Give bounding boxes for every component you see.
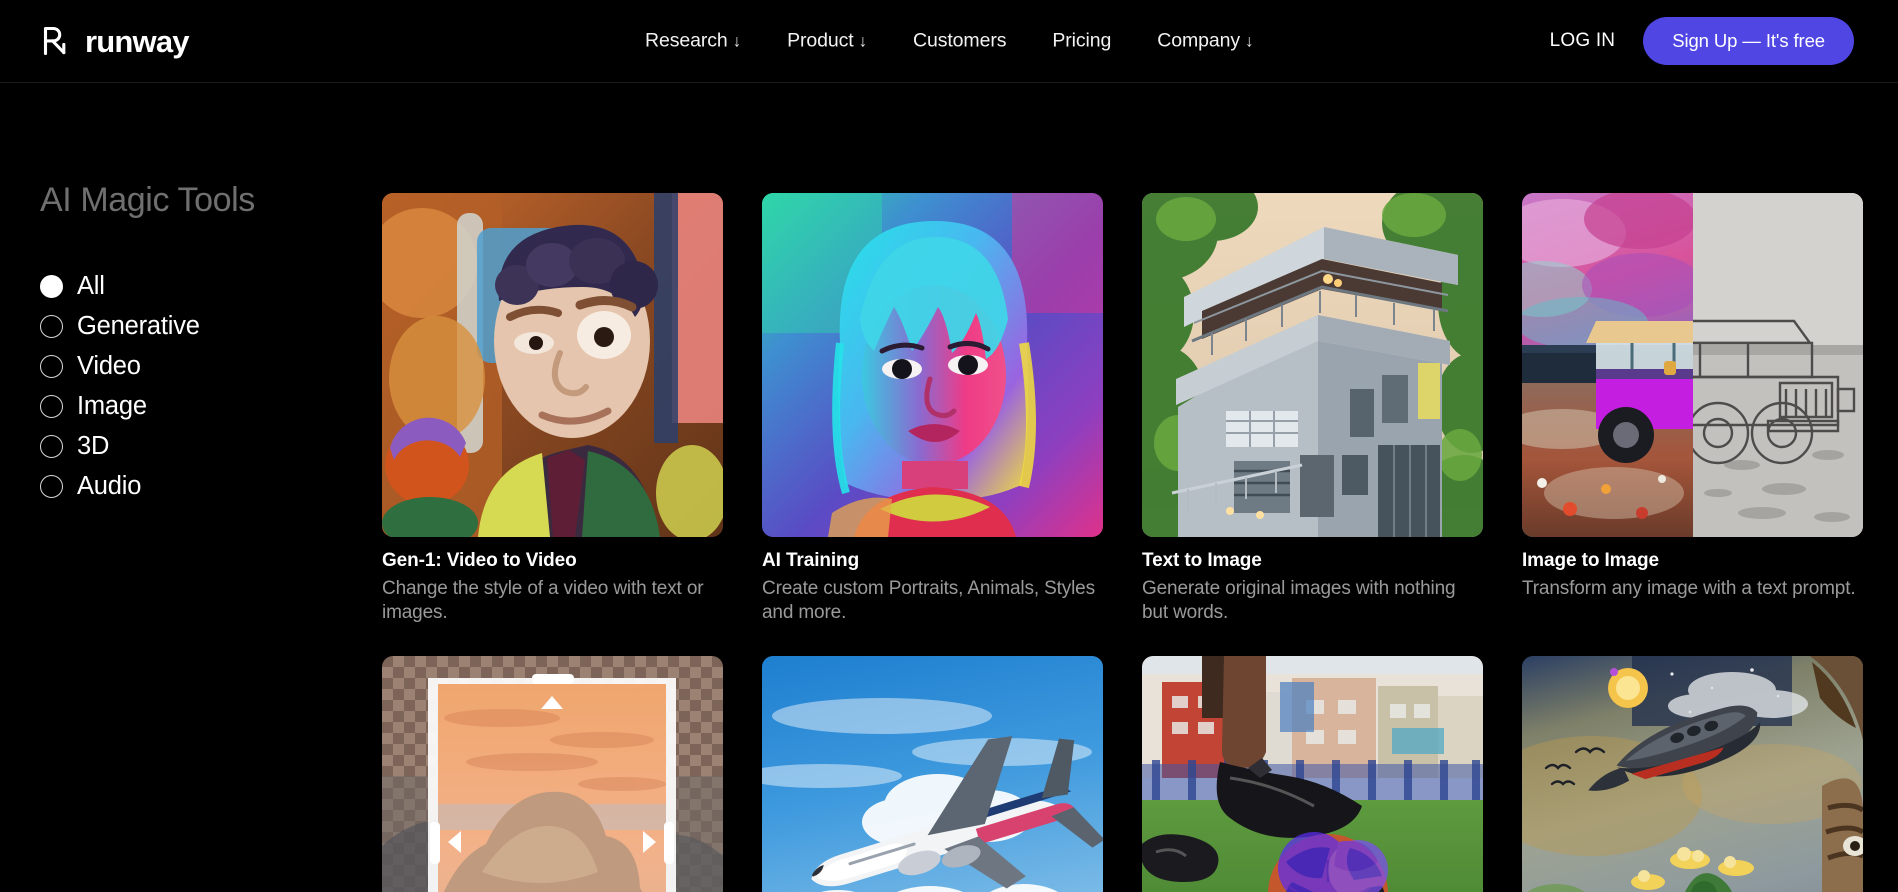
nav-link-customers-label: Customers	[912, 29, 1007, 52]
sidebar-filter-video[interactable]: Video	[40, 352, 141, 381]
sidebar-filter-audio[interactable]: Audio	[40, 472, 141, 501]
tool-card-airplane[interactable]	[762, 655, 1103, 892]
sidebar-filter-video-label: Video	[77, 352, 141, 380]
nav-link-customers[interactable]: Customers	[913, 30, 1006, 53]
tool-card-description: Generate original images with nothing bu…	[1142, 578, 1456, 624]
chevron-down-icon: ↓	[732, 31, 742, 51]
tool-card-gen1[interactable]: Gen-1: Video to Video Change the style o…	[382, 193, 723, 626]
tool-card-text-to-image[interactable]: Text to Image Generate original images w…	[1142, 193, 1483, 626]
brand-logo[interactable]: runway	[40, 23, 190, 59]
sidebar-filter-audio-label: Audio	[77, 472, 142, 500]
tool-card-description: Create custom Portraits, Animals, Styles…	[762, 578, 1095, 624]
sidebar-filter-all-label: All	[77, 272, 105, 300]
tool-grid: Gen-1: Video to Video Change the style o…	[382, 193, 1863, 892]
tool-card-description: Transform any image with a text prompt.	[1522, 578, 1856, 599]
radio-icon	[40, 435, 63, 458]
filter-radio-group: All Generative Video Image 3D Audio	[40, 272, 382, 501]
sidebar-filter-all[interactable]: All	[40, 272, 105, 301]
nav-actions: LOG IN Sign Up — It's free	[1550, 17, 1854, 65]
airplane-sky-thumbnail	[762, 655, 1103, 892]
sidebar-filter-image[interactable]: Image	[40, 392, 147, 421]
chevron-down-icon: ↓	[1245, 31, 1254, 51]
nav-link-product[interactable]: Product ↓	[787, 30, 867, 53]
signup-button[interactable]: Sign Up — It's free	[1643, 17, 1854, 65]
tool-grid-area: Gen-1: Video to Video Change the style o…	[382, 83, 1898, 892]
infinite-image-canvas-thumbnail	[382, 655, 723, 892]
sidebar-filter-image-label: Image	[77, 392, 147, 420]
soccer-ball-mask-thumbnail	[1142, 655, 1483, 892]
nav-link-company[interactable]: Company ↓	[1157, 30, 1253, 53]
tool-card-title: Gen-1: Video to Video	[382, 550, 577, 571]
claymation-character-thumbnail	[382, 193, 723, 537]
sidebar: AI Magic Tools All Generative Video Imag…	[0, 83, 382, 892]
sidebar-filter-3d[interactable]: 3D	[40, 432, 109, 461]
tool-card-title: Text to Image	[1142, 550, 1262, 571]
sidebar-filter-generative-label: Generative	[77, 312, 200, 340]
nav-link-research-label: Research	[645, 29, 728, 52]
chevron-down-icon: ↓	[858, 31, 868, 51]
tool-card-description: Change the style of a video with text or…	[382, 578, 704, 624]
nav-link-pricing-label: Pricing	[1052, 29, 1112, 52]
radio-icon	[40, 475, 63, 498]
page-body: AI Magic Tools All Generative Video Imag…	[0, 83, 1898, 892]
tool-card-ai-training[interactable]: AI Training Create custom Portraits, Ani…	[762, 193, 1103, 626]
radio-icon	[40, 275, 63, 298]
nav-link-pricing[interactable]: Pricing	[1052, 30, 1111, 53]
radio-icon	[40, 315, 63, 338]
login-link[interactable]: LOG IN	[1550, 30, 1616, 52]
nav-link-product-label: Product	[787, 29, 854, 52]
tool-card-title: AI Training	[762, 550, 860, 571]
tool-card-infinite-image[interactable]	[382, 655, 723, 892]
modern-house-thumbnail	[1142, 193, 1483, 537]
nav-link-company-label: Company	[1157, 29, 1241, 52]
brand-name: runway	[85, 23, 190, 59]
radio-icon	[40, 355, 63, 378]
page-title: AI Magic Tools	[40, 181, 255, 219]
top-navbar: runway Research ↓ Product ↓ Customers Pr…	[0, 0, 1898, 83]
radio-icon	[40, 395, 63, 418]
neon-portrait-thumbnail	[762, 193, 1103, 537]
tool-card-title: Image to Image	[1522, 550, 1659, 571]
tool-card-image-to-image[interactable]: Image to Image Transform any image with …	[1522, 193, 1863, 626]
sidebar-filter-3d-label: 3D	[77, 432, 110, 460]
surreal-spaceship-cat-thumbnail	[1522, 655, 1863, 892]
jeep-split-sketch-thumbnail	[1522, 193, 1863, 537]
sidebar-filter-generative[interactable]: Generative	[40, 312, 200, 341]
tool-card-soccer-mask[interactable]	[1142, 655, 1483, 892]
nav-link-research[interactable]: Research ↓	[645, 30, 741, 53]
runway-logo-icon	[40, 24, 74, 58]
nav-links: Research ↓ Product ↓ Customers Pricing C…	[645, 30, 1254, 53]
tool-card-surreal-composite[interactable]	[1522, 655, 1863, 892]
